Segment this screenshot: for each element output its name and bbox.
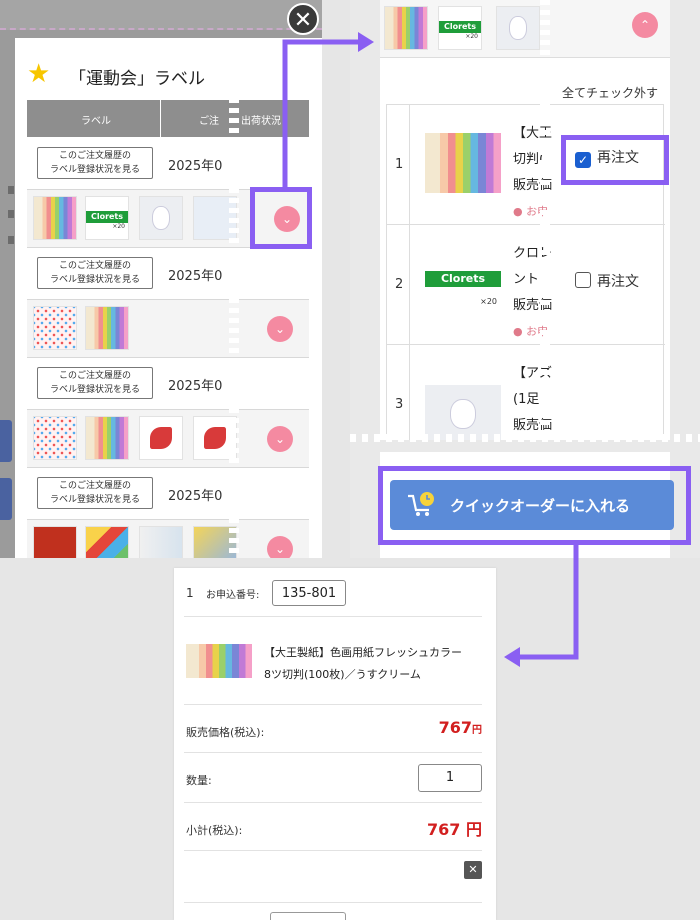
- cut-edge: [540, 0, 550, 440]
- price-label: 販売価格(税込):: [186, 726, 265, 739]
- dot-paper-thumbnail: [33, 306, 77, 350]
- product-image: [425, 133, 501, 193]
- column-ship-status: 出荷状況: [241, 116, 281, 127]
- product-name: 【大王製紙】色画用紙フレッシュカラー 8ツ切判(100枚)／うすクリーム: [264, 646, 462, 681]
- order-date: 2025年0: [168, 159, 223, 174]
- column-divider: [160, 100, 161, 137]
- product-image: [186, 644, 252, 678]
- flower-thumbnail: [139, 416, 183, 460]
- label-status-button[interactable]: このご注文履歴の ラベル登録状況を見る: [37, 367, 153, 399]
- row-number: 3: [395, 397, 404, 412]
- paper-thumbnail: [85, 306, 129, 350]
- highlight-reorder-checkbox: [561, 135, 669, 185]
- thumbnail-strip: Clorets ×20 ⌃: [380, 0, 670, 58]
- star-icon: ★: [27, 59, 51, 89]
- divider: [184, 616, 482, 617]
- application-number-label: お申込番号:: [206, 590, 260, 601]
- cut-edge: [229, 38, 239, 558]
- modal-title-bar: ★ 「運動会」ラベル: [15, 56, 322, 94]
- checkbox-unchecked-icon[interactable]: [575, 272, 591, 288]
- quantity-label: 数量:: [186, 774, 212, 787]
- book-thumbnail: [33, 526, 77, 558]
- table-header: ラベル ご注 出荷状況: [27, 100, 309, 137]
- subtotal-value: 767 円: [427, 820, 482, 839]
- modal-title: 「運動会」ラベル: [69, 69, 205, 89]
- application-number-input[interactable]: 135-801: [272, 580, 346, 606]
- item-thumbnail-row: ⌄: [27, 520, 309, 558]
- expand-chevron-button[interactable]: ⌄: [267, 426, 293, 452]
- history-row: このご注文履歴の ラベル登録状況を見る 2025年0: [27, 358, 309, 410]
- next-application-input[interactable]: [270, 912, 346, 920]
- background-button: [0, 478, 12, 520]
- clorets-thumbnail: Clorets ×20: [438, 6, 482, 50]
- expand-chevron-button[interactable]: ⌄: [267, 536, 293, 558]
- history-row: このご注文履歴の ラベル登録状況を見る 2025年0: [27, 248, 309, 300]
- item-thumbnail-row: ⌄: [27, 300, 309, 358]
- close-icon[interactable]: ✕: [287, 3, 319, 35]
- background-text: [8, 236, 14, 244]
- item-thumbnail-row: ⌄: [27, 410, 309, 468]
- dot-paper-thumbnail: [33, 416, 77, 460]
- order-date: 2025年0: [168, 379, 223, 394]
- divider: [184, 902, 482, 903]
- column-label: ラベル: [81, 116, 111, 127]
- background-text: [8, 186, 14, 194]
- history-row: このご注文履歴の ラベル登録状況を見る 2025年0: [27, 468, 309, 520]
- label-status-button[interactable]: このご注文履歴の ラベル登録状況を見る: [37, 477, 153, 509]
- paper-thumbnail: [384, 6, 428, 50]
- sheets-thumbnail: [139, 526, 183, 558]
- order-date: 2025年0: [168, 269, 223, 284]
- highlight-expand: [250, 187, 312, 249]
- clorets-thumbnail: Clorets ×20: [85, 196, 129, 240]
- product-image: Clorets ×20: [425, 253, 501, 313]
- order-date: 2025年0: [168, 489, 223, 504]
- history-row: このご注文履歴の ラベル登録状況を見る 2025年0: [27, 138, 309, 190]
- cut-edge: [350, 434, 700, 442]
- collapse-chevron-button[interactable]: ⌃: [632, 12, 658, 38]
- background-header: [0, 0, 322, 30]
- cell-divider: [409, 225, 410, 345]
- cell-divider: [409, 105, 410, 225]
- label-modal-screen: ★ 「運動会」ラベル ラベル ご注 出荷状況 このご注文履歴の ラベル登録状況を…: [0, 0, 322, 558]
- label-status-button[interactable]: このご注文履歴の ラベル登録状況を見る: [37, 257, 153, 289]
- poster-thumbnail: [85, 526, 129, 558]
- row-number: 1: [186, 586, 194, 600]
- paper-thumbnail: [33, 196, 77, 240]
- paper-thumbnail: [85, 416, 129, 460]
- delete-icon[interactable]: ✕: [464, 861, 482, 879]
- divider: [184, 752, 482, 753]
- divider: [184, 850, 482, 851]
- quantity-input[interactable]: 1: [418, 764, 482, 792]
- table-row: 2 Clorets ×20 クロレ ント 販売価 ● お申 再注文: [387, 225, 665, 345]
- background-button: [0, 420, 12, 462]
- label-status-button[interactable]: このご注文履歴の ラベル登録状況を見る: [37, 147, 153, 179]
- background-text: [8, 210, 14, 218]
- reorder-checkbox[interactable]: 再注文: [575, 271, 671, 311]
- divider: [184, 704, 482, 705]
- price-value: 767円: [438, 718, 482, 737]
- quick-order-screen: 1 お申込番号: 135-801 【大王製紙】色画用紙フレッシュカラー 8ツ切判…: [174, 568, 496, 920]
- highlight-quick-order: [378, 466, 691, 545]
- column-order: ご注: [199, 116, 219, 127]
- label-modal: ★ 「運動会」ラベル ラベル ご注 出荷状況 このご注文履歴の ラベル登録状況を…: [15, 38, 322, 558]
- row-number: 1: [395, 157, 404, 172]
- subtotal-label: 小計(税込):: [186, 824, 243, 837]
- slippers-thumbnail: [496, 6, 540, 50]
- expand-chevron-button[interactable]: ⌄: [267, 316, 293, 342]
- row-number: 2: [395, 277, 404, 292]
- uncheck-all-link[interactable]: 全てチェック外す: [562, 84, 658, 101]
- slippers-thumbnail: [139, 196, 183, 240]
- divider: [184, 802, 482, 803]
